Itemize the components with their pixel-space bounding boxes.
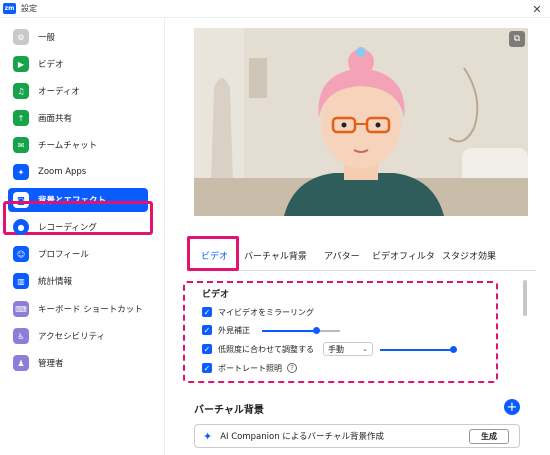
sidebar-item-general[interactable]: ⚙ 一般 — [8, 25, 148, 49]
add-background-button[interactable]: + — [504, 399, 520, 415]
tab-video-filter[interactable]: ビデオフィルタ — [372, 249, 435, 262]
scrollbar[interactable] — [523, 280, 527, 316]
sidebar-item-label: プロフィール — [38, 250, 89, 260]
tab-studio-effects[interactable]: スタジオ効果 — [442, 249, 496, 262]
admin-icon: ♟ — [13, 355, 29, 371]
sidebar-item-stats[interactable]: ▥ 統計情報 — [8, 269, 148, 293]
sidebar-item-label: キーボード ショートカット — [38, 305, 143, 315]
video-preview — [194, 28, 528, 216]
share-screen-icon: ↑ — [13, 110, 29, 126]
sidebar-item-label: 一般 — [38, 33, 56, 43]
tab-highlight — [187, 236, 239, 271]
accessibility-icon: ♿ — [13, 328, 29, 344]
window-title: 設定 — [21, 4, 37, 13]
sidebar-item-audio[interactable]: ♫ オーディオ — [8, 79, 148, 103]
virtual-background-title: バーチャル背景 — [194, 405, 264, 416]
ai-companion-text: AI Companion によるバーチャル背景作成 — [220, 432, 384, 442]
sidebar-item-label: 管理者 — [38, 359, 64, 369]
copy-icon[interactable]: ⧉ — [509, 31, 525, 47]
sidebar-item-label: 画面共有 — [38, 114, 73, 124]
tab-avatar[interactable]: アバター — [324, 249, 360, 262]
sidebar-item-label: Zoom Apps — [38, 167, 87, 177]
sidebar-item-recording[interactable]: ● レコーディング — [8, 215, 148, 239]
sidebar-item-admin[interactable]: ♟ 管理者 — [8, 351, 148, 375]
sidebar-item-label: チームチャット — [38, 141, 98, 151]
sidebar-item-label: アクセシビリティ — [38, 332, 106, 342]
sidebar-item-share-screen[interactable]: ↑ 画面共有 — [8, 106, 148, 130]
sidebar-item-label: ビデオ — [38, 60, 64, 70]
record-icon: ● — [13, 219, 29, 235]
chat-icon: ✉ — [13, 137, 29, 153]
avatar-preview-image — [194, 28, 528, 216]
profile-icon: ☺ — [13, 246, 29, 262]
video-icon: ▶ — [13, 56, 29, 72]
sidebar-item-video[interactable]: ▶ ビデオ — [8, 52, 148, 76]
main-panel: ⧉ ビデオ バーチャル背景 アバター ビデオフィルタ スタジオ効果 ビデオ ✓ … — [166, 18, 550, 455]
headphones-icon: ♫ — [13, 83, 29, 99]
stats-icon: ▥ — [13, 273, 29, 289]
title-bar: zm 設定 ✕ — [0, 0, 550, 18]
sidebar-item-zoom-apps[interactable]: ✦ Zoom Apps — [8, 160, 148, 184]
gear-icon: ⚙ — [13, 29, 29, 45]
video-options-highlight — [183, 281, 498, 383]
settings-sidebar: ⚙ 一般 ▶ ビデオ ♫ オーディオ ↑ 画面共有 ✉ チームチャット ✦ Zo… — [0, 18, 165, 455]
keyboard-icon: ⌨ — [13, 301, 29, 317]
sidebar-item-label: レコーディング — [38, 223, 97, 233]
sidebar-item-keyboard-shortcuts[interactable]: ⌨ キーボード ショートカット — [8, 297, 148, 321]
apps-icon: ✦ — [13, 164, 29, 180]
sparkle-icon: ✦ — [203, 429, 213, 443]
close-button[interactable]: ✕ — [530, 2, 544, 16]
sidebar-item-accessibility[interactable]: ♿ アクセシビリティ — [8, 324, 148, 348]
sidebar-item-profile[interactable]: ☺ プロフィール — [8, 242, 148, 266]
sidebar-item-team-chat[interactable]: ✉ チームチャット — [8, 133, 148, 157]
tab-virtual-background[interactable]: バーチャル背景 — [244, 249, 307, 262]
sidebar-item-label: 統計情報 — [38, 277, 73, 287]
generate-button[interactable]: 生成 — [469, 429, 509, 444]
sidebar-item-label: オーディオ — [38, 87, 80, 97]
zoom-app-icon: zm — [3, 3, 16, 14]
ai-companion-bar: ✦ AI Companion によるバーチャル背景作成 生成 — [194, 424, 520, 448]
